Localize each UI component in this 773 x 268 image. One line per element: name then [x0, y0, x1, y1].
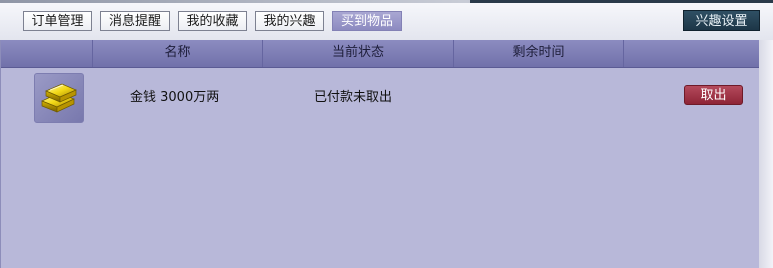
right-edge [759, 40, 773, 268]
take-out-button[interactable]: 取出 [684, 85, 743, 105]
tab-bar: 订单管理 消息提醒 我的收藏 我的兴趣 买到物品 兴趣设置 [0, 3, 773, 40]
column-header-name: 名称 [164, 45, 191, 60]
table-row: 金钱 3000万两 已付款未取出 取出 [1, 68, 759, 128]
tab-order-management[interactable]: 订单管理 [23, 11, 92, 31]
column-header-status: 当前状态 [331, 45, 384, 60]
gold-bars-icon [41, 83, 77, 113]
purchased-items-panel: 名称 当前状态 剩余时间 金钱 3000万两 已付款未取出 取出 [0, 40, 759, 268]
interest-settings-button[interactable]: 兴趣设置 [683, 10, 760, 31]
tab-my-favorites[interactable]: 我的收藏 [178, 11, 247, 31]
column-header-remaining-time: 剩余时间 [512, 45, 565, 60]
table-header: 名称 当前状态 剩余时间 [1, 40, 759, 68]
tab-my-interests[interactable]: 我的兴趣 [255, 11, 324, 31]
item-name: 金钱 3000万两 [130, 90, 220, 105]
item-icon-slot[interactable] [34, 73, 84, 123]
tab-purchased-items[interactable]: 买到物品 [332, 11, 402, 31]
item-status: 已付款未取出 [314, 90, 393, 105]
tab-message-reminders[interactable]: 消息提醒 [100, 11, 170, 31]
